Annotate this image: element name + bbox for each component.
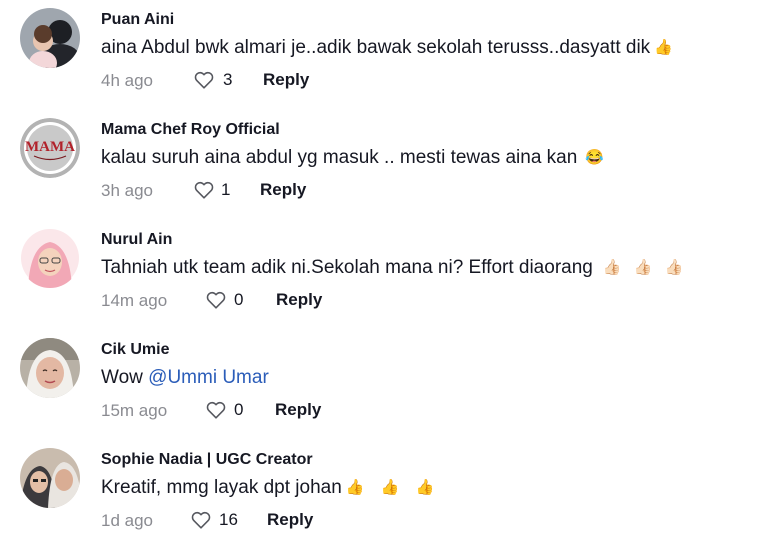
comment-body: Tahniah utk team adik ni.Sekolah mana ni…	[101, 257, 593, 278]
comment-item: Nurul Ain Tahniah utk team adik ni.Sekol…	[0, 220, 773, 330]
like-count: 16	[219, 510, 238, 529]
like-count: 0	[234, 400, 244, 419]
avatar[interactable]	[20, 8, 80, 68]
reply-button[interactable]: Reply	[267, 510, 313, 530]
comment-body: kalau suruh aina abdul yg masuk .. mesti…	[101, 147, 578, 168]
avatar-image	[20, 8, 80, 68]
heart-outline-icon[interactable]	[193, 179, 215, 201]
avatar[interactable]	[20, 338, 80, 398]
avatar-image	[20, 448, 80, 508]
comment-username[interactable]: Puan Aini	[101, 11, 174, 29]
like-count: 3	[223, 70, 233, 89]
comment-timestamp: 3h ago	[101, 181, 153, 200]
mention-link[interactable]: @Ummi Umar	[148, 367, 269, 388]
like-count: 1	[221, 180, 231, 199]
heart-outline-icon[interactable]	[190, 509, 212, 531]
avatar[interactable]: MAMA	[20, 118, 80, 178]
avatar[interactable]	[20, 228, 80, 288]
comment-text: Tahniah utk team adik ni.Sekolah mana ni…	[101, 257, 687, 279]
comment-timestamp: 15m ago	[101, 401, 168, 420]
comment-item: MAMA Mama Chef Roy Official kalau suruh …	[0, 110, 773, 220]
reply-button[interactable]: Reply	[260, 180, 306, 200]
emoji: 👍	[654, 39, 673, 56]
comment-text: kalau suruh aina abdul yg masuk .. mesti…	[101, 147, 604, 169]
comment-meta: 4h ago 3 Reply	[101, 69, 401, 93]
emoji: 😂	[585, 149, 605, 166]
comment-username[interactable]: Cik Umie	[101, 341, 169, 359]
heart-outline-icon[interactable]	[205, 399, 227, 421]
comment-timestamp: 14m ago	[101, 291, 168, 310]
comment-username[interactable]: Sophie Nadia | UGC Creator	[101, 451, 313, 469]
avatar-image	[20, 228, 80, 288]
comment-body: Wow	[101, 367, 149, 388]
comment-meta: 3h ago 1 Reply	[101, 179, 401, 203]
reply-button[interactable]: Reply	[275, 400, 321, 420]
comment-timestamp: 1d ago	[101, 511, 153, 530]
emoji: 👍🏻 👍🏻 👍🏻	[602, 259, 688, 276]
comment-meta: 14m ago 0 Reply	[101, 289, 401, 313]
comment-body: Kreatif, mmg layak dpt johan	[101, 477, 342, 498]
avatar-logo-text: MAMA	[25, 139, 75, 155]
reply-button[interactable]: Reply	[263, 70, 309, 90]
comment-item: Sophie Nadia | UGC Creator Kreatif, mmg …	[0, 440, 773, 550]
comment-username[interactable]: Mama Chef Roy Official	[101, 121, 280, 139]
heart-outline-icon[interactable]	[205, 289, 227, 311]
comment-text: Wow @Ummi Umar	[101, 367, 269, 389]
comment-body: aina Abdul bwk almari je..adik bawak sek…	[101, 37, 651, 58]
comment-text: Kreatif, mmg layak dpt johan 👍 👍 👍	[101, 477, 440, 499]
emoji: 👍 👍 👍	[345, 479, 441, 496]
comment-timestamp: 4h ago	[101, 71, 153, 90]
comment-meta: 1d ago 16 Reply	[101, 509, 401, 533]
avatar-image: MAMA	[20, 118, 80, 178]
like-count: 0	[234, 290, 244, 309]
comment-text: aina Abdul bwk almari je..adik bawak sek…	[101, 37, 673, 59]
heart-outline-icon[interactable]	[193, 69, 215, 91]
avatar[interactable]	[20, 448, 80, 508]
comment-meta: 15m ago 0 Reply	[101, 399, 401, 423]
avatar-image	[20, 338, 80, 398]
comment-item: Puan Aini aina Abdul bwk almari je..adik…	[0, 0, 773, 110]
reply-button[interactable]: Reply	[276, 290, 322, 310]
comment-item: Cik Umie Wow @Ummi Umar 15m ago 0 Reply	[0, 330, 773, 440]
comment-username[interactable]: Nurul Ain	[101, 231, 172, 249]
